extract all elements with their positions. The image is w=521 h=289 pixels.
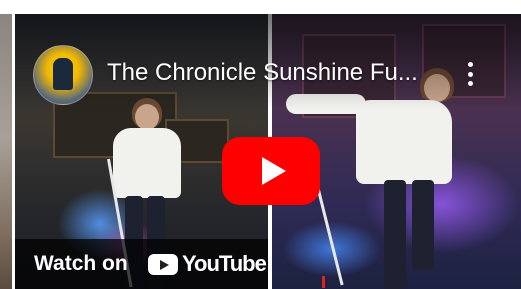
thumbnail-left-panel	[0, 14, 12, 289]
video-title[interactable]: The Chronicle Sunshine Fu...	[107, 58, 437, 88]
youtube-play-glyph	[159, 259, 169, 270]
play-button[interactable]	[222, 137, 320, 205]
watch-on-label: Watch on	[34, 252, 128, 275]
menu-dot	[467, 81, 473, 86]
youtube-logo-icon	[148, 254, 178, 275]
avatar-figure-icon	[53, 58, 73, 90]
play-icon	[262, 157, 286, 185]
youtube-embed[interactable]: The Chronicle Sunshine Fu... Watch on Yo…	[0, 14, 521, 289]
watch-on-youtube-link[interactable]: Watch on YouTube	[15, 239, 268, 289]
menu-dot	[467, 71, 473, 77]
menu-dot	[467, 62, 473, 67]
more-vert-icon[interactable]	[461, 58, 479, 90]
youtube-wordmark: YouTube	[182, 251, 267, 276]
channel-avatar[interactable]	[33, 45, 93, 105]
